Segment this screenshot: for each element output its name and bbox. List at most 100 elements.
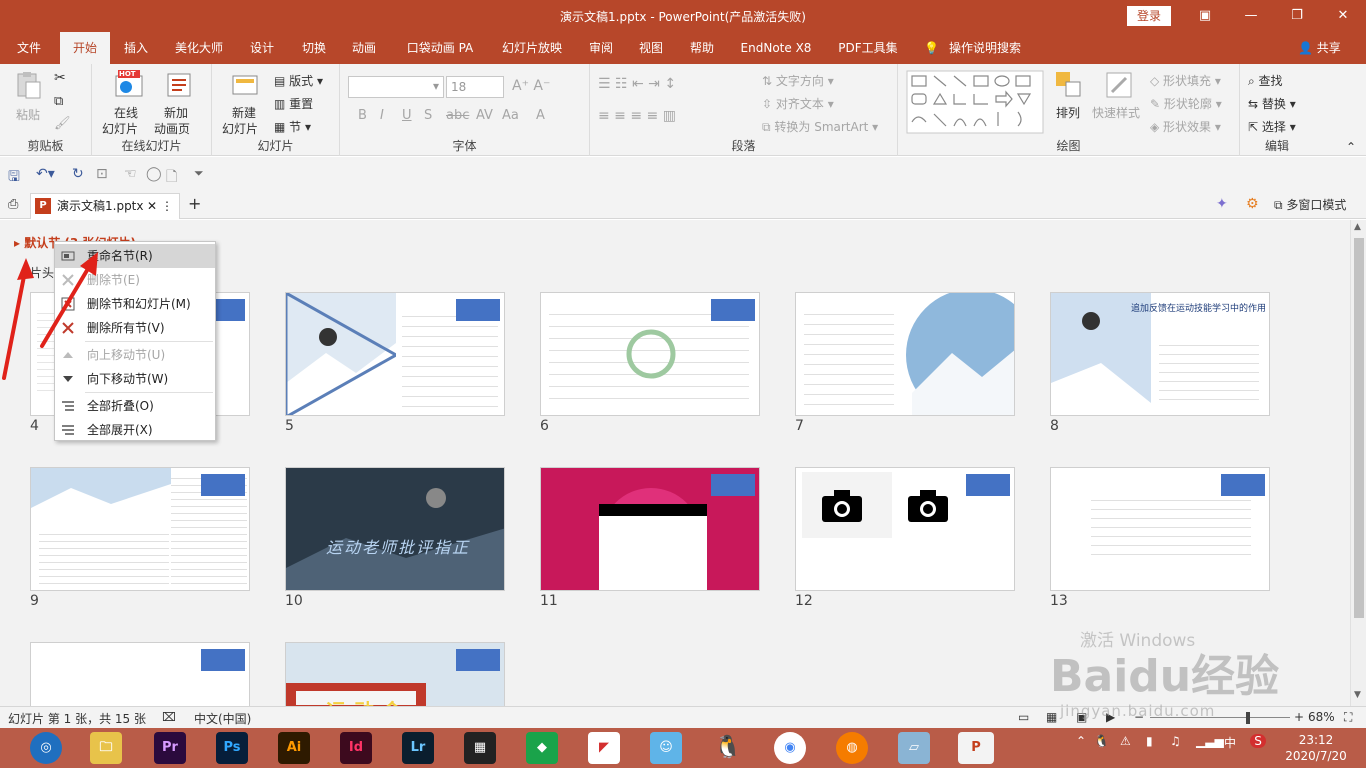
file-explorer-icon[interactable]: 🗀 [90,732,122,764]
shape-fill-button[interactable]: ◇ 形状填充 ▾ [1150,72,1221,89]
shape-outline-button[interactable]: ✎ 形状轮廓 ▾ [1150,95,1222,112]
arrange-icon[interactable] [1054,70,1084,100]
close-button[interactable]: ✕ [1328,4,1358,28]
video-editor-icon[interactable]: ▦ [464,732,496,764]
premiere-icon[interactable]: Pr [154,732,186,764]
underline-icon[interactable]: U [402,108,412,123]
tray-expand-icon[interactable]: ⌃ [1076,734,1086,748]
remove-section-and-slides-item[interactable]: 删除节和幻灯片(M) [55,292,215,316]
move-section-up-item[interactable]: 向上移动节(U) [55,343,215,367]
slide-thumbnail[interactable] [795,292,1015,416]
reset-button[interactable]: ▥ 重置 [274,95,313,112]
move-section-down-item[interactable]: 向下移动节(W) [55,367,215,391]
tab-menu-icon[interactable]: ⋮ [161,194,173,218]
normal-view-icon[interactable]: ▭ [1018,710,1029,724]
tab-slideshow[interactable]: 幻灯片放映 [494,32,570,64]
font-name-select[interactable]: ▾ [348,76,444,98]
text-direction-button[interactable]: ⇅ 文字方向 ▾ [762,72,834,89]
slideshow-view-icon[interactable]: ▶ [1106,710,1115,724]
zoom-level[interactable]: 68% [1308,710,1335,724]
select-button[interactable]: ⇱ 选择 ▾ [1248,118,1296,135]
font-size-select[interactable]: 18 [446,76,504,98]
orange-app-icon[interactable]: ◍ [836,732,868,764]
tab-file[interactable]: 文件 [8,32,50,64]
paste-icon[interactable] [14,70,44,100]
tab-view[interactable]: 视图 [630,32,672,64]
new-animation-page-icon[interactable] [164,70,194,100]
tab-design[interactable]: 设计 [240,32,284,64]
indesign-icon[interactable]: Id [340,732,372,764]
replace-button[interactable]: ⇆ 替换 ▾ [1248,95,1296,112]
tab-pocket-animation[interactable]: 口袋动画 PA [400,32,480,64]
save-icon[interactable]: 🖫 [8,166,20,190]
magic-icon[interactable]: ✦ [1216,196,1228,212]
headphones-icon[interactable]: ♫ [1170,734,1181,748]
chrome-icon[interactable]: ◉ [774,732,806,764]
quick-styles-icon[interactable] [1104,70,1134,100]
zoom-in-icon[interactable]: + [1294,710,1304,724]
section-button[interactable]: ▦ 节 ▾ [274,118,311,135]
slide-thumbnail[interactable] [30,642,250,706]
strikethrough-icon[interactable]: abc [446,108,469,123]
document-tab[interactable]: P 演示文稿1.pptx ✕ ⋮ [30,193,180,219]
powerpoint-taskbar-icon[interactable]: P [958,732,994,764]
network-warning-icon[interactable]: ⚠ [1120,734,1131,748]
browser-360-icon[interactable]: ◎ [30,732,62,764]
scroll-down-icon[interactable]: ▼ [1354,690,1361,700]
tab-pdf-tools[interactable]: PDF工具集 [830,32,906,64]
rename-section-item[interactable]: 重命名节(R) [55,244,215,268]
fit-to-window-icon[interactable]: ⛶ [1344,710,1352,725]
collapse-all-item[interactable]: 全部折叠(O) [55,394,215,418]
slide-thumbnail[interactable] [540,292,760,416]
find-button[interactable]: ⌕ 查找 [1248,72,1283,89]
tab-tell-me[interactable]: 💡 操作说明搜索 [922,32,1030,64]
tab-insert[interactable]: 插入 [114,32,158,64]
login-button[interactable]: 登录 [1127,6,1171,26]
char-spacing-icon[interactable]: AV [476,108,493,123]
shapes-gallery[interactable] [906,70,1044,134]
new-tab-icon[interactable]: + [188,194,201,213]
redo-icon[interactable]: ↻ [72,166,84,182]
slide-thumbnail[interactable]: 追加反馈在运动技能学习中的作用 [1050,292,1270,416]
tab-help[interactable]: 帮助 [680,32,724,64]
zoom-slider[interactable] [1150,717,1290,718]
lightroom-icon[interactable]: Lr [402,732,434,764]
system-clock[interactable]: 23:12 2020/7/20 [1284,732,1348,764]
slide-thumbnail[interactable] [1050,467,1270,591]
grow-font-icon[interactable]: A⁺ A⁻ [512,78,550,94]
settings-gear-icon[interactable]: ⚙ [1246,196,1259,212]
align-text-button[interactable]: ⇳ 对齐文本 ▾ [762,95,834,112]
slide-thumbnail[interactable] [285,292,505,416]
scroll-up-icon[interactable]: ▲ [1354,222,1361,232]
zoom-out-icon[interactable]: − [1134,710,1144,724]
share-button[interactable]: 👤 共享 [1298,32,1341,64]
file-tab-menu-icon[interactable]: ⎙ [8,197,18,212]
close-tab-icon[interactable]: ✕ [147,194,157,218]
notes-app-icon[interactable]: ▱ [898,732,930,764]
align-icon[interactable]: ≡ ≡ ≡ ≡ ▥ [598,108,676,124]
tab-home[interactable]: 开始 [60,32,110,64]
scrollbar-thumb[interactable] [1354,238,1364,618]
italic-icon[interactable]: I [380,108,384,123]
remove-section-item[interactable]: 删除节(E) [55,268,215,292]
start-from-beginning-icon[interactable]: ⊡ [96,166,108,182]
illustrator-icon[interactable]: Ai [278,732,310,764]
chat-app-icon[interactable]: ☺ [650,732,682,764]
smartart-button[interactable]: ⧉ 转换为 SmartArt ▾ [762,118,878,135]
shape-effects-button[interactable]: ◈ 形状效果 ▾ [1150,118,1221,135]
remove-all-sections-item[interactable]: 删除所有节(V) [55,316,215,340]
tab-transitions[interactable]: 切换 [292,32,336,64]
font-color-icon[interactable]: A [536,108,545,123]
bullets-icon[interactable]: ☰ ☷ ⇤ ⇥ ↕ [598,76,676,92]
restore-button[interactable]: ❐ [1282,4,1312,28]
slide-thumbnail[interactable] [30,467,250,591]
minimize-button[interactable]: — [1236,4,1266,28]
battery-icon[interactable]: ▮ [1146,734,1153,748]
change-case-icon[interactable]: Aa [502,108,519,123]
photoshop-icon[interactable]: Ps [216,732,248,764]
collapse-ribbon-icon[interactable]: ⌃ [1346,140,1356,154]
slide-thumbnail[interactable]: 运动老师批评指正 [285,467,505,591]
green-app-icon[interactable]: ◆ [526,732,558,764]
slide-thumbnail[interactable]: 运动会 [285,642,505,706]
slide-sorter-view-icon[interactable]: ▦ [1046,710,1057,724]
